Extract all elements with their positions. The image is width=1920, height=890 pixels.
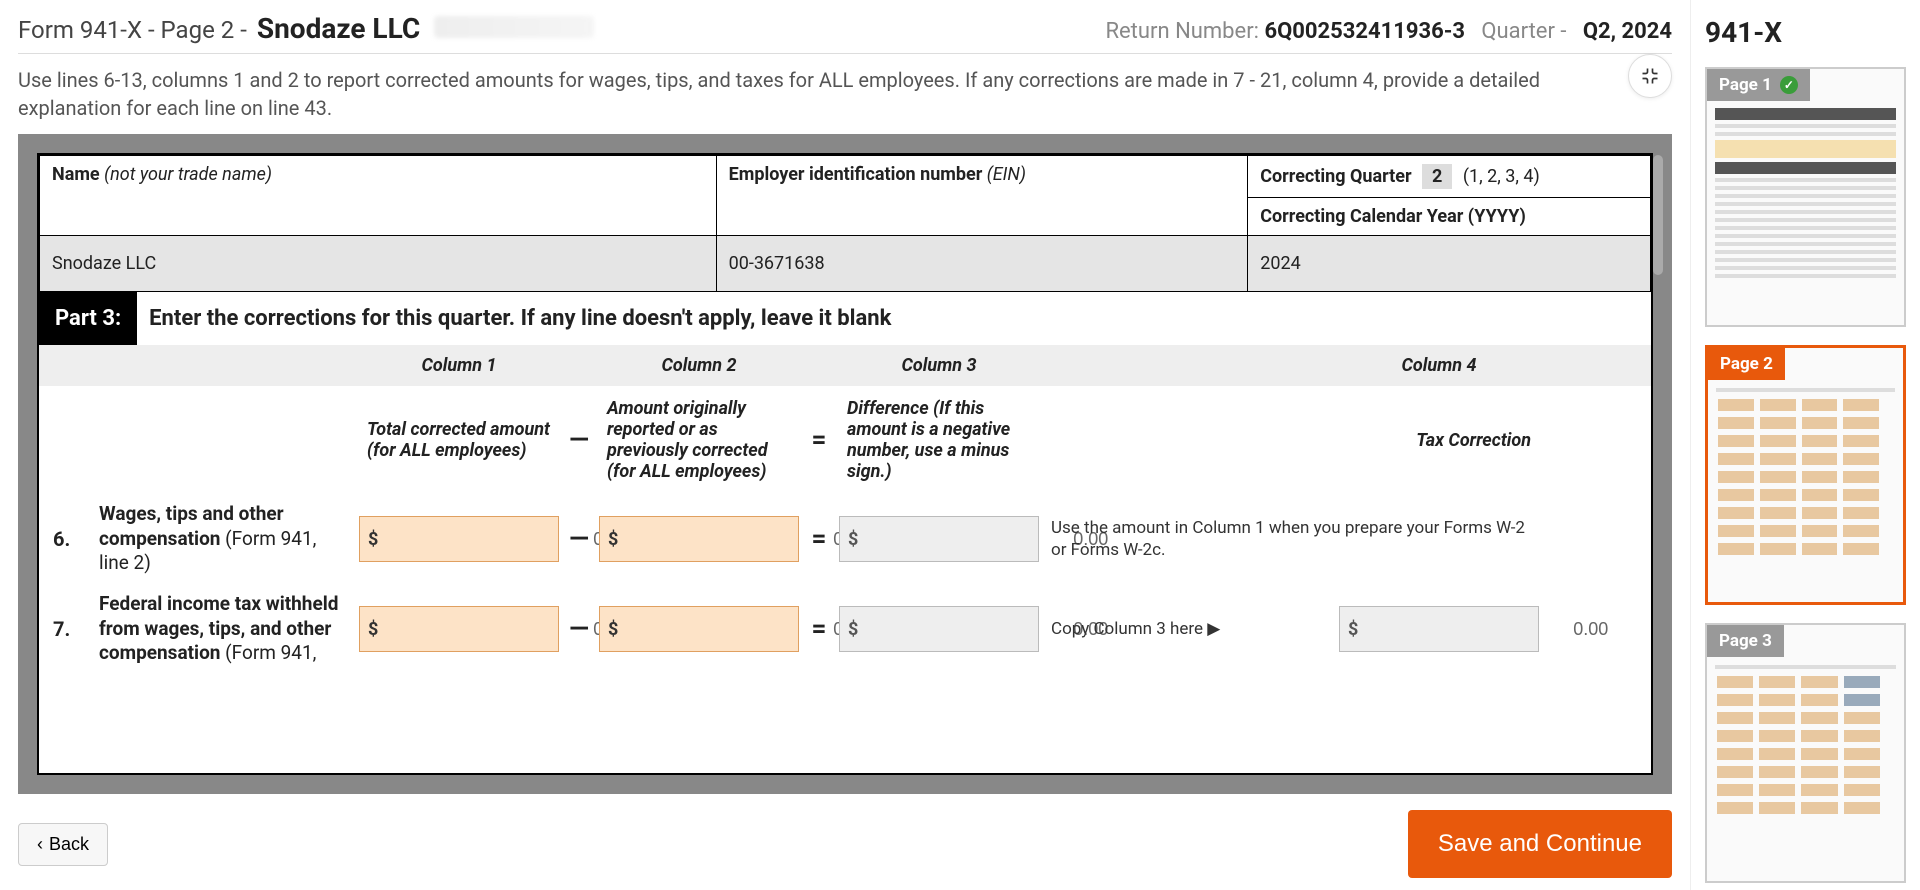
correcting-quarter-value: 2	[1422, 164, 1452, 189]
line-7-note: Copy Column 3 here ▶	[1039, 618, 1339, 640]
name-field-value: Snodaze LLC	[40, 236, 717, 292]
quarter-label: Quarter -	[1481, 19, 1566, 44]
line-7-row: 7. Federal income tax withheld from wage…	[39, 584, 1651, 674]
equals-symbol: =	[799, 614, 839, 644]
col3-desc: Difference (If this amount is a negative…	[839, 398, 1039, 482]
minimize-icon	[1640, 66, 1660, 86]
form-viewport: Name (not your trade name) Employer iden…	[18, 134, 1672, 794]
page-thumb-3-text: Page 3	[1719, 631, 1772, 651]
page-thumb-3-label: Page 3	[1707, 625, 1784, 657]
correcting-year-label: Correcting Calendar Year (YYYY)	[1260, 206, 1526, 227]
exit-fullscreen-button[interactable]	[1628, 54, 1672, 98]
line-7-number: 7.	[39, 617, 99, 641]
equals-symbol: =	[799, 524, 839, 554]
name-field-sub: (not your trade name)	[104, 164, 272, 185]
ein-field-value: 00-3671638	[716, 236, 1248, 292]
page-thumb-1[interactable]: Page 1 ✓	[1705, 67, 1906, 327]
col2-desc: Amount originally reported or as previou…	[599, 398, 799, 482]
correcting-quarter-label: Correcting Quarter	[1260, 166, 1411, 187]
part3-header: Part 3: Enter the corrections for this q…	[39, 292, 1651, 345]
return-number-label: Return Number:	[1105, 19, 1259, 44]
line-6-label: Wages, tips and other compensation (Form…	[99, 502, 359, 576]
page-thumb-1-label: Page 1 ✓	[1707, 69, 1810, 101]
form-title: Form 941-X - Page 2 -	[18, 16, 247, 44]
col1-desc: Total corrected amount (for ALL employee…	[359, 419, 559, 461]
equals-symbol: =	[799, 425, 839, 455]
col2-header: Column 2	[599, 355, 799, 376]
line-6-number: 6.	[39, 527, 99, 551]
line-7-label: Federal income tax withheld from wages, …	[99, 592, 359, 666]
ein-field-sub: (EIN)	[987, 164, 1026, 185]
column-number-row: Column 1 Column 2 Column 3 Column 4	[39, 345, 1651, 386]
company-name: Snodaze LLC	[257, 12, 420, 45]
part3-title: Enter the corrections for this quarter. …	[137, 292, 1651, 345]
line-6-row: 6. Wages, tips and other compensation (F…	[39, 494, 1651, 584]
sidebar-title: 941-X	[1705, 16, 1906, 49]
chevron-left-icon: ‹	[37, 834, 43, 855]
name-field-label: Name	[52, 164, 100, 185]
back-button-label: Back	[49, 834, 89, 855]
scrollbar[interactable]	[1653, 155, 1663, 275]
correcting-quarter-hint: (1, 2, 3, 4)	[1463, 166, 1540, 187]
page-header: Form 941-X - Page 2 - Snodaze LLC Return…	[18, 8, 1672, 54]
minus-symbol: —	[559, 614, 599, 644]
correcting-year-value: 2024	[1248, 236, 1651, 292]
line-7-col1-input[interactable]: $	[359, 606, 559, 652]
page-thumb-1-text: Page 1	[1719, 75, 1772, 95]
page-navigator-sidebar: 941-X Page 1 ✓ Page 2	[1690, 0, 1920, 890]
part3-badge: Part 3:	[39, 292, 137, 345]
line-7-col2-input[interactable]: $	[599, 606, 799, 652]
col3-header: Column 3	[839, 355, 1039, 376]
col4-header: Column 4	[1339, 355, 1539, 376]
return-number-value: 6Q002532411936-3	[1264, 19, 1465, 44]
quarter-value: Q2, 2024	[1583, 19, 1672, 44]
line-6-note: Use the amount in Column 1 when you prep…	[1039, 517, 1539, 561]
line-6-col1-input[interactable]: $	[359, 516, 559, 562]
minus-symbol: —	[559, 524, 599, 554]
line-7-col3-output: $	[839, 606, 1039, 652]
check-icon: ✓	[1780, 76, 1798, 94]
line-6-col2-input[interactable]: $	[599, 516, 799, 562]
save-continue-button[interactable]: Save and Continue	[1408, 810, 1672, 878]
line-7-col4-output: $	[1339, 606, 1539, 652]
line-6-col3-output: $	[839, 516, 1039, 562]
page-thumb-2[interactable]: Page 2	[1705, 345, 1906, 605]
col4-desc: Tax Correction	[1339, 430, 1539, 451]
ein-redacted	[434, 16, 594, 38]
ein-field-label: Employer identification number	[729, 164, 983, 185]
instructions-text: Use lines 6-13, columns 1 and 2 to repor…	[18, 54, 1672, 134]
footer-bar: ‹ Back Save and Continue	[18, 794, 1672, 878]
form-header-table: Name (not your trade name) Employer iden…	[39, 155, 1651, 292]
minus-symbol: —	[559, 425, 599, 455]
col1-header: Column 1	[359, 355, 559, 376]
page-thumb-2-text: Page 2	[1720, 354, 1773, 374]
page-thumb-3[interactable]: Page 3	[1705, 623, 1906, 883]
line-7-label-sub: (Form 941,	[220, 641, 316, 664]
column-desc-row: Total corrected amount (for ALL employee…	[39, 386, 1651, 494]
page-thumb-2-label: Page 2	[1708, 348, 1785, 380]
back-button[interactable]: ‹ Back	[18, 823, 108, 866]
